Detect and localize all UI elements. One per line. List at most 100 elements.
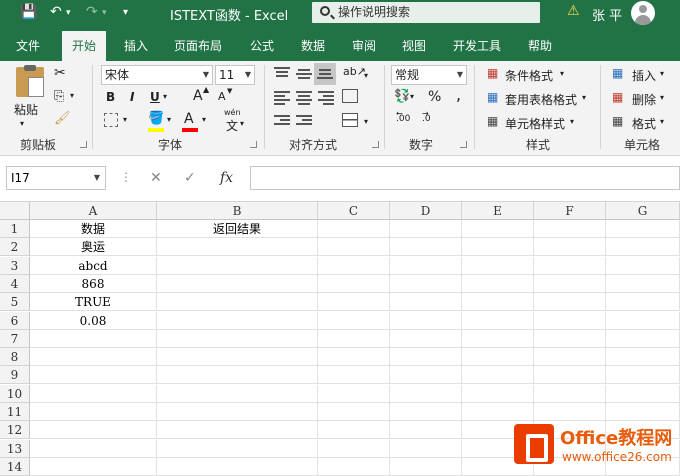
- cell-f4[interactable]: [534, 274, 606, 293]
- cell-b9[interactable]: [157, 366, 318, 385]
- cell-e1[interactable]: [462, 220, 534, 238]
- insert-cells-button[interactable]: 插入: [632, 67, 656, 84]
- cell-g8[interactable]: [606, 348, 680, 367]
- cell-b8[interactable]: [157, 348, 318, 367]
- cell-c11[interactable]: [318, 403, 390, 421]
- cell-f8[interactable]: [534, 348, 606, 367]
- cell-b14[interactable]: [157, 457, 318, 476]
- tab-file[interactable]: 文件: [16, 37, 40, 54]
- tab-help[interactable]: 帮助: [528, 37, 552, 54]
- cell-a1[interactable]: 数据: [30, 220, 157, 238]
- cell-g3[interactable]: [606, 256, 680, 275]
- cell-g7[interactable]: [606, 329, 680, 348]
- row-header-1[interactable]: 1: [0, 220, 30, 238]
- phonetic-dropdown-icon[interactable]: ▾: [240, 119, 244, 128]
- copy-icon[interactable]: ⎘: [54, 89, 64, 104]
- row-header-3[interactable]: 3: [0, 256, 30, 275]
- redo-dropdown-icon[interactable]: ▾: [102, 8, 107, 18]
- cell-f9[interactable]: [534, 366, 606, 385]
- row-header-10[interactable]: 10: [0, 384, 30, 403]
- accounting-format-icon[interactable]: 💱: [394, 89, 410, 104]
- border-dropdown-icon[interactable]: ▾: [123, 115, 127, 124]
- cell-b7[interactable]: [157, 329, 318, 348]
- cell-f5[interactable]: [534, 293, 606, 312]
- enter-icon[interactable]: ✓: [184, 170, 196, 186]
- cell-e7[interactable]: [462, 329, 534, 348]
- wrap-text-icon[interactable]: [342, 89, 358, 103]
- cell-b2[interactable]: [157, 238, 318, 257]
- format-as-table-icon[interactable]: ▦: [487, 90, 498, 104]
- cell-c13[interactable]: [318, 439, 390, 458]
- row-header-2[interactable]: 2: [0, 238, 30, 257]
- row-header-12[interactable]: 12: [0, 421, 30, 440]
- cell-f1[interactable]: [534, 220, 606, 238]
- cell-a4[interactable]: 868: [30, 274, 157, 293]
- tab-data[interactable]: 数据: [301, 37, 325, 54]
- tab-home[interactable]: 开始: [62, 31, 107, 61]
- tab-developer[interactable]: 开发工具: [453, 37, 501, 54]
- cell-c6[interactable]: [318, 311, 390, 330]
- tab-review[interactable]: 审阅: [352, 37, 376, 54]
- number-format-select[interactable]: 常规 ▼: [391, 65, 467, 85]
- italic-button[interactable]: I: [130, 90, 134, 104]
- row-header-14[interactable]: 14: [0, 457, 30, 476]
- conditional-dropdown-icon[interactable]: ▾: [560, 69, 564, 78]
- row-header-9[interactable]: 9: [0, 366, 30, 385]
- cell-f6[interactable]: [534, 311, 606, 330]
- cell-e4[interactable]: [462, 274, 534, 293]
- align-top-icon[interactable]: [274, 67, 290, 81]
- format-dropdown-icon[interactable]: ▾: [660, 117, 664, 126]
- cell-a2[interactable]: 奥运: [30, 238, 157, 257]
- cell-g9[interactable]: [606, 366, 680, 385]
- cell-d4[interactable]: [390, 274, 462, 293]
- phonetic-button[interactable]: 文: [226, 117, 238, 134]
- paste-dropdown-icon[interactable]: ▾: [20, 119, 24, 128]
- cell-d8[interactable]: [390, 348, 462, 367]
- cell-styles-button[interactable]: 单元格样式: [505, 115, 565, 132]
- font-color-button[interactable]: A: [184, 111, 194, 127]
- cell-e11[interactable]: [462, 403, 534, 421]
- cell-g10[interactable]: [606, 384, 680, 403]
- cell-d2[interactable]: [390, 238, 462, 257]
- row-header-6[interactable]: 6: [0, 311, 30, 330]
- cell-b11[interactable]: [157, 403, 318, 421]
- cell-g1[interactable]: [606, 220, 680, 238]
- delete-cells-button[interactable]: 删除: [632, 91, 656, 108]
- delete-cells-icon[interactable]: ▦: [612, 90, 623, 104]
- cell-f10[interactable]: [534, 384, 606, 403]
- cell-d13[interactable]: [390, 439, 462, 458]
- insert-dropdown-icon[interactable]: ▾: [660, 69, 664, 78]
- cell-a3[interactable]: abcd: [30, 256, 157, 275]
- font-color-dropdown-icon[interactable]: ▾: [202, 115, 206, 124]
- cell-b12[interactable]: [157, 421, 318, 440]
- cell-c12[interactable]: [318, 421, 390, 440]
- cell-d1[interactable]: [390, 220, 462, 238]
- save-icon[interactable]: 💾: [20, 4, 37, 20]
- decrease-indent-icon[interactable]: [274, 115, 290, 129]
- select-all-button[interactable]: [0, 202, 30, 220]
- cell-e3[interactable]: [462, 256, 534, 275]
- cell-c2[interactable]: [318, 238, 390, 257]
- cell-d6[interactable]: [390, 311, 462, 330]
- row-header-11[interactable]: 11: [0, 403, 30, 421]
- cell-a8[interactable]: [30, 348, 157, 367]
- cell-e10[interactable]: [462, 384, 534, 403]
- underline-dropdown-icon[interactable]: ▾: [163, 92, 167, 101]
- redo-icon[interactable]: ↷: [86, 4, 98, 20]
- cell-b10[interactable]: [157, 384, 318, 403]
- tab-formulas[interactable]: 公式: [250, 37, 274, 54]
- cell-e6[interactable]: [462, 311, 534, 330]
- column-header-f[interactable]: F: [534, 202, 606, 220]
- font-name-select[interactable]: 宋体 ▼: [101, 65, 213, 85]
- cell-c3[interactable]: [318, 256, 390, 275]
- cell-g11[interactable]: [606, 403, 680, 421]
- orientation-dropdown-icon[interactable]: ▾: [364, 71, 368, 80]
- cell-c7[interactable]: [318, 329, 390, 348]
- column-header-e[interactable]: E: [462, 202, 534, 220]
- cell-e8[interactable]: [462, 348, 534, 367]
- formula-input[interactable]: [250, 166, 680, 190]
- column-header-b[interactable]: B: [157, 202, 318, 220]
- fill-dropdown-icon[interactable]: ▾: [167, 115, 171, 124]
- cell-g4[interactable]: [606, 274, 680, 293]
- cell-d14[interactable]: [390, 457, 462, 476]
